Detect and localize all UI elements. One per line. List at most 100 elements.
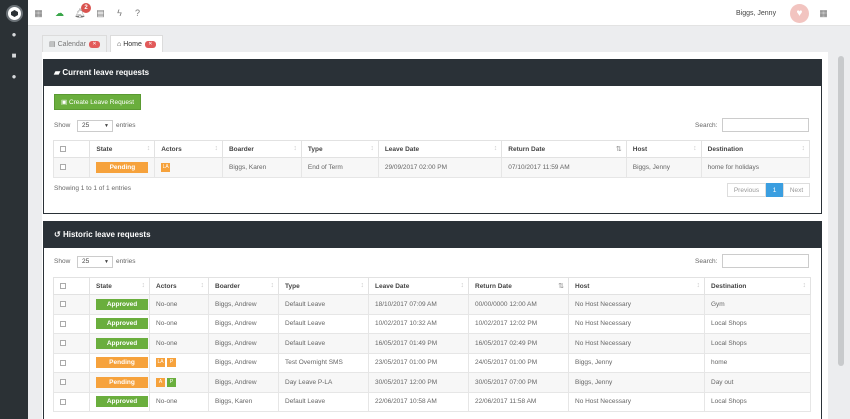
briefcase-icon[interactable]: ■ — [9, 51, 19, 61]
type-cell: Test Overnight SMS — [278, 352, 369, 373]
status-badge: Approved — [96, 318, 148, 330]
row-checkbox-cell[interactable] — [53, 352, 90, 373]
checkbox[interactable] — [60, 320, 66, 327]
plus-icon: ▣ — [61, 99, 69, 106]
column-header[interactable]: Actors — [149, 277, 209, 295]
column-header[interactable]: Actors — [154, 140, 223, 158]
user-name[interactable]: Biggs, Jenny — [736, 10, 776, 17]
host-cell: No Host Necessary — [568, 294, 705, 315]
actor-badge: LA — [156, 358, 165, 368]
search-input[interactable] — [722, 118, 809, 132]
table-row[interactable]: Approved No-one Biggs, Andrew Default Le… — [53, 313, 811, 334]
checkbox[interactable] — [60, 340, 66, 347]
tab-calendar[interactable]: ▤ Calendar ✕ — [42, 35, 107, 53]
column-header[interactable]: Host — [625, 140, 702, 158]
tab-home[interactable]: ⌂ Home ✕ — [110, 35, 163, 53]
historic-table: State Actors Boarder Type Leave Date Ret… — [53, 277, 811, 412]
row-checkbox-cell[interactable] — [53, 372, 90, 393]
panel-header: ↺ Historic leave requests — [44, 222, 821, 248]
column-header[interactable]: Host — [568, 277, 705, 295]
actors-cell: LA — [154, 157, 223, 178]
column-header[interactable]: Leave Date — [368, 277, 469, 295]
boarder-cell: Biggs, Karen — [208, 391, 279, 412]
entries-value: 25 — [82, 258, 90, 265]
column-header[interactable]: Destination — [704, 277, 811, 295]
return-date-cell: 22/06/2017 11:58 AM — [468, 391, 569, 412]
page-1-button[interactable]: 1 — [766, 183, 783, 197]
state-cell: Approved — [89, 391, 150, 412]
column-header[interactable]: Destination — [700, 140, 811, 158]
column-header[interactable]: State — [89, 277, 150, 295]
help-icon[interactable]: ? — [132, 8, 143, 19]
table-info: Showing 1 to 1 of 1 entries — [54, 185, 131, 192]
boarder-cell: Biggs, Andrew — [208, 313, 279, 334]
select-all-header[interactable] — [52, 140, 91, 158]
entries-label: entries — [116, 122, 136, 129]
next-button[interactable]: Next — [783, 183, 810, 197]
column-header[interactable]: Return Date — [468, 277, 569, 295]
actors-cell: No-one — [149, 294, 209, 315]
info-icon[interactable]: ● — [9, 30, 19, 40]
calendar-icon[interactable]: ▤ — [95, 8, 106, 19]
host-cell: Biggs, Jenny — [568, 372, 705, 393]
row-checkbox-cell[interactable] — [53, 333, 90, 354]
column-header[interactable]: Boarder — [208, 277, 279, 295]
close-icon[interactable]: ✕ — [144, 40, 156, 48]
menu-grid-icon[interactable]: ▦ — [818, 8, 829, 19]
status-badge: Approved — [96, 337, 148, 349]
panel-header: ▰ Current leave requests — [44, 60, 821, 86]
row-checkbox-cell[interactable] — [53, 313, 90, 334]
table-row[interactable]: Pending AP Biggs, Andrew Day Leave P-LA … — [53, 372, 811, 393]
scrollbar-thumb[interactable] — [838, 56, 844, 366]
checkbox[interactable] — [60, 145, 66, 152]
actors-cell: AP — [149, 372, 209, 393]
settings-icon[interactable]: ● — [9, 72, 19, 82]
table-row[interactable]: Pending LA P Biggs, Andrew Test Overnight… — [53, 352, 811, 373]
bolt-icon[interactable]: ϟ — [114, 8, 125, 19]
table-row[interactable]: Approved No-one Biggs, Karen Default Lea… — [53, 391, 811, 412]
column-header[interactable]: Return Date — [501, 140, 627, 158]
grid-icon[interactable]: ▦ — [33, 8, 44, 19]
row-checkbox-cell[interactable] — [52, 157, 91, 178]
column-header[interactable]: Type — [300, 140, 379, 158]
checkbox[interactable] — [60, 164, 66, 171]
table-row[interactable]: Approved No-one Biggs, Andrew Default Le… — [53, 294, 811, 315]
column-header[interactable]: Leave Date — [377, 140, 503, 158]
historic-leave-panel: ↺ Historic leave requests Show 25 ▼ entri… — [43, 221, 822, 419]
entries-select[interactable]: 25 ▼ — [77, 256, 113, 268]
entries-select[interactable]: 25 ▼ — [77, 120, 113, 132]
logo-icon[interactable] — [6, 5, 23, 22]
boarder-cell: Biggs, Karen — [221, 157, 302, 178]
type-cell: End of Term — [300, 157, 379, 178]
row-checkbox-cell[interactable] — [53, 391, 90, 412]
close-icon[interactable]: ✕ — [88, 40, 100, 48]
return-date-cell: 10/02/2017 12:02 PM — [468, 313, 569, 334]
select-all-header[interactable] — [53, 277, 90, 295]
top-bar: ▦ ☁ 🔔︎ 2 ▤ ϟ ? Biggs, Jenny ♥ ▦ — [28, 0, 850, 26]
column-header[interactable]: State — [89, 140, 156, 158]
avatar[interactable]: ♥ — [790, 4, 809, 23]
checkbox[interactable] — [60, 379, 66, 386]
scrollbar[interactable] — [835, 26, 847, 419]
history-icon: ↺ — [54, 230, 63, 239]
checkbox[interactable] — [60, 282, 66, 289]
table-row[interactable]: Pending LA Biggs, Karen End of Term 29/0… — [52, 157, 811, 178]
boarder-cell: Biggs, Andrew — [208, 372, 279, 393]
cloud-icon[interactable]: ☁ — [54, 8, 65, 19]
column-header[interactable]: Boarder — [221, 140, 302, 158]
checkbox[interactable] — [60, 301, 66, 308]
create-leave-request-button[interactable]: ▣ Create Leave Request — [54, 94, 141, 110]
current-leave-panel: ▰ Current leave requests ▣ Create Leave … — [43, 59, 822, 214]
table-header: State Actors Boarder Type Leave Date Ret… — [52, 140, 811, 158]
search-input[interactable] — [722, 254, 809, 268]
leave-date-cell: 18/10/2017 07:09 AM — [368, 294, 469, 315]
row-checkbox-cell[interactable] — [53, 294, 90, 315]
previous-button[interactable]: Previous — [727, 183, 766, 197]
checkbox[interactable] — [60, 359, 66, 366]
actor-badge: P — [167, 377, 176, 387]
actors-cell: No-one — [149, 313, 209, 334]
table-row[interactable]: Approved No-one Biggs, Andrew Default Le… — [53, 333, 811, 354]
actor-badge: LA — [161, 162, 171, 172]
column-header[interactable]: Type — [278, 277, 369, 295]
checkbox[interactable] — [60, 398, 66, 405]
